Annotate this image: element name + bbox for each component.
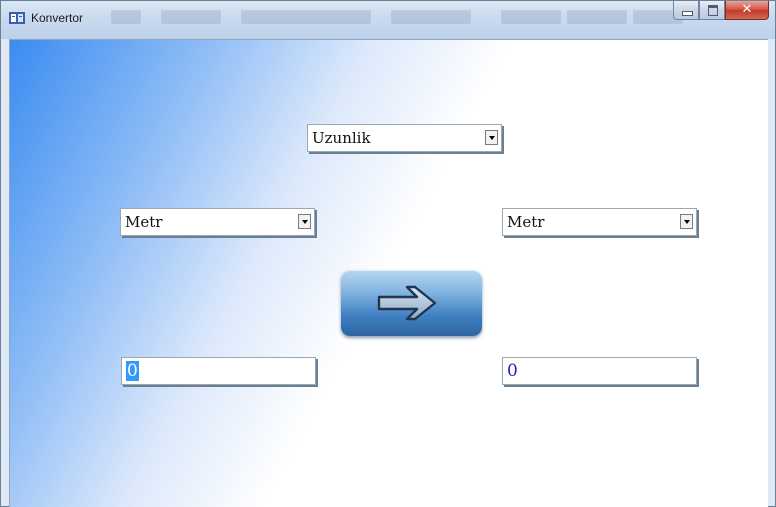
from-unit-select-value: Metr	[125, 213, 163, 231]
chevron-down-icon[interactable]	[298, 214, 311, 229]
app-icon[interactable]	[9, 11, 25, 25]
maximize-button[interactable]	[699, 1, 725, 20]
chevron-down-icon[interactable]	[485, 130, 498, 145]
convert-button[interactable]	[341, 270, 482, 336]
category-select[interactable]: Uzunlik	[307, 124, 502, 152]
close-icon: ✕	[741, 2, 753, 17]
caption-buttons: ✕	[673, 1, 769, 21]
blurred-toolbar-ghost	[391, 10, 471, 24]
close-button[interactable]: ✕	[725, 1, 769, 20]
blurred-toolbar-ghost	[567, 10, 627, 24]
arrow-right-icon	[377, 285, 437, 321]
minimize-button[interactable]	[673, 1, 699, 20]
input-value-field[interactable]: 0	[121, 357, 316, 385]
output-value-field[interactable]: 0	[502, 357, 697, 385]
to-unit-select-value: Metr	[507, 213, 545, 231]
converter-window: Konvertor ✕ Uzunlik Metr Metr 0 0	[0, 0, 776, 507]
output-value-text: 0	[507, 361, 518, 381]
input-value-text: 0	[126, 361, 139, 381]
chevron-down-icon[interactable]	[680, 214, 693, 229]
maximize-icon	[708, 5, 718, 16]
to-unit-select[interactable]: Metr	[502, 208, 697, 236]
title-bar[interactable]: Konvertor ✕	[1, 1, 775, 39]
from-unit-select[interactable]: Metr	[120, 208, 315, 236]
blurred-toolbar-ghost	[161, 10, 221, 24]
window-title: Konvertor	[31, 11, 84, 25]
blurred-toolbar-ghost	[241, 10, 371, 24]
blurred-toolbar-ghost	[501, 10, 561, 24]
minimize-icon	[682, 11, 693, 16]
converter-panel: Uzunlik Metr Metr 0 0	[9, 39, 768, 507]
category-select-value: Uzunlik	[312, 129, 371, 147]
blurred-toolbar-ghost	[111, 10, 141, 24]
